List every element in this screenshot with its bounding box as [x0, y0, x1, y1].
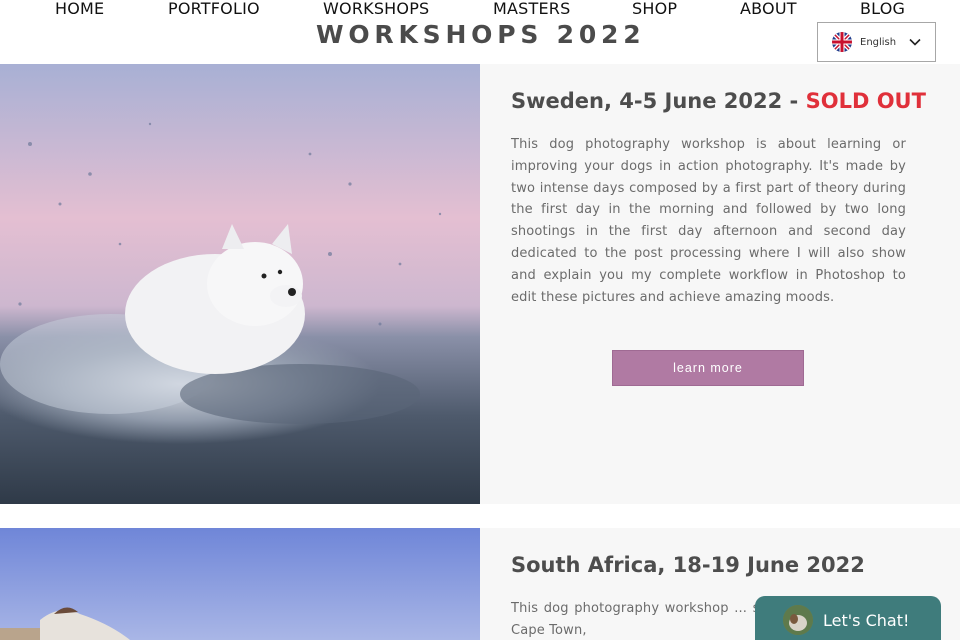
chevron-down-icon — [909, 38, 921, 46]
uk-flag-icon — [832, 32, 852, 52]
workshop-title: South Africa, 18-19 June 2022 — [511, 553, 865, 577]
nav-masters[interactable]: MASTERS — [493, 0, 570, 18]
chat-widget[interactable]: Let's Chat! — [755, 596, 941, 640]
chat-label: Let's Chat! — [823, 610, 910, 630]
learn-more-button[interactable]: learn more — [612, 350, 804, 386]
workshop-description: This dog photography workshop is about l… — [511, 137, 906, 305]
nav-portfolio[interactable]: PORTFOLIO — [168, 0, 260, 18]
workshop-photo-dog-jump — [0, 528, 480, 640]
section-divider — [0, 504, 960, 528]
chat-avatar — [783, 605, 813, 635]
nav-about[interactable]: ABOUT — [740, 0, 797, 18]
workshop-photo-samoyed — [0, 64, 480, 504]
language-selector[interactable]: English — [817, 22, 936, 62]
language-label: English — [860, 36, 897, 48]
nav-workshops[interactable]: WORKSHOPS — [323, 0, 429, 18]
workshop-title: Sweden, 4-5 June 2022 - SOLD OUT — [511, 88, 926, 114]
workshop-title-text: Sweden, 4-5 June 2022 - — [511, 89, 806, 113]
workshop-card-sweden: Sweden, 4-5 June 2022 - SOLD OUT This do… — [0, 64, 960, 504]
nav-blog[interactable]: BLOG — [860, 0, 905, 18]
nav-home[interactable]: HOME — [55, 0, 104, 18]
page-title: WORKSHOPS 2022 — [316, 20, 646, 49]
nav-shop[interactable]: SHOP — [632, 0, 677, 18]
sold-out-badge: SOLD OUT — [805, 89, 926, 113]
main-nav: HOME PORTFOLIO WORKSHOPS MASTERS SHOP AB… — [0, 0, 960, 22]
